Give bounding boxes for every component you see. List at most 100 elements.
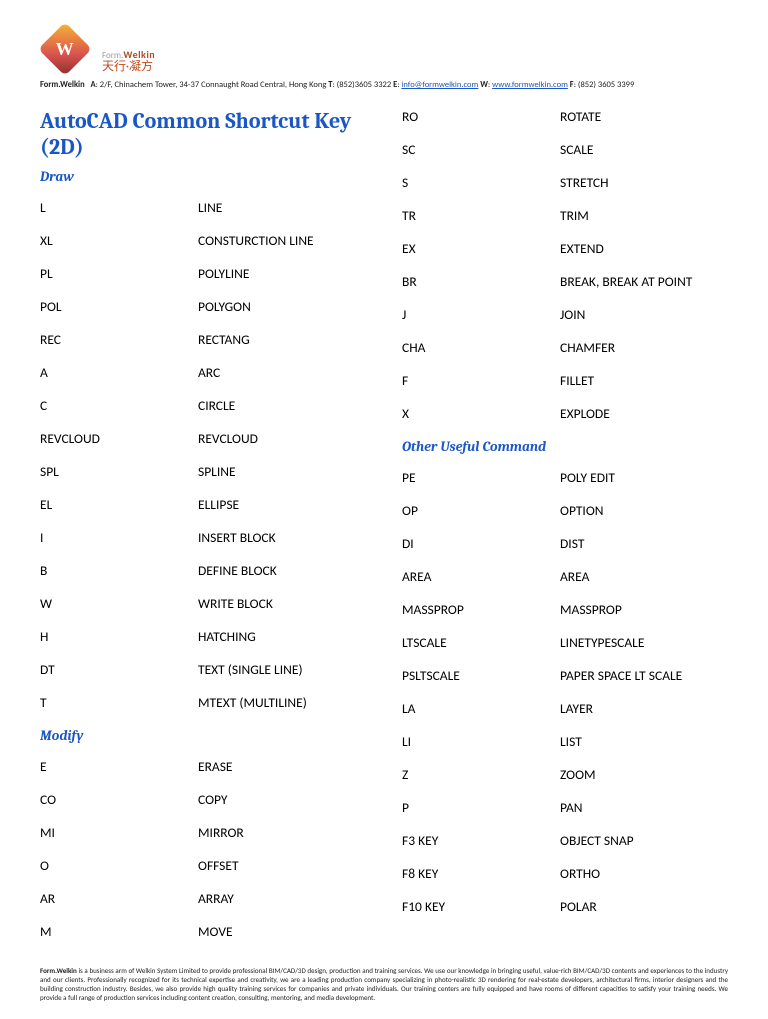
modify-row: MI MIRROR	[40, 816, 366, 849]
modify-key: BR	[402, 273, 552, 290]
other-value: PAN	[560, 799, 728, 816]
modify-row: CHACHAMFER	[402, 331, 728, 364]
draw-row: XL CONSTURCTION LINE	[40, 224, 366, 257]
draw-key: PL	[40, 265, 190, 282]
modify-key: X	[402, 405, 552, 422]
footer-text: Form.Welkin is a business arm of Welkin …	[40, 966, 728, 1002]
modify-row: OOFFSET	[40, 849, 366, 882]
page: W Form.Welkin 天行·凝方 Form.Welkin A: 2/F, …	[0, 0, 768, 1019]
draw-row: WWRITE BLOCK	[40, 587, 366, 620]
other-key: LTSCALE	[402, 634, 552, 651]
modify-value: MIRROR	[198, 824, 366, 841]
draw-row: POLPOLYGON	[40, 290, 366, 323]
other-value: LAYER	[560, 700, 728, 717]
other-value: LINETYPESCALE	[560, 634, 728, 651]
draw-value: POLYLINE	[198, 265, 366, 282]
other-value: ZOOM	[560, 766, 728, 783]
draw-key: REC	[40, 331, 190, 348]
addr-a: : 2/F, Chinachem Tower, 34-37 Connaught …	[96, 80, 329, 90]
other-row: OPOPTION	[402, 494, 728, 527]
draw-key: DT	[40, 661, 190, 678]
other-key: LA	[402, 700, 552, 717]
other-row: LA LAYER	[402, 692, 728, 725]
draw-row: L LINE	[40, 191, 366, 224]
modify-row: SCSCALE	[402, 133, 728, 166]
modify-value: ARRAY	[198, 890, 366, 907]
draw-value: LINE	[198, 199, 366, 216]
modify-row: MMOVE	[40, 915, 366, 948]
modify-key: E	[40, 758, 190, 775]
other-key: P	[402, 799, 552, 816]
draw-row: RECRECTANG	[40, 323, 366, 356]
brand-cn: 天行·凝方	[102, 61, 155, 74]
modify-row: S STRETCH	[402, 166, 728, 199]
modify-value: ROTATE	[560, 108, 728, 125]
content-columns: AutoCAD Common Shortcut Key (2D) Draw LL…	[40, 100, 728, 948]
draw-key: XL	[40, 232, 190, 249]
draw-value: ARC	[198, 364, 366, 381]
other-key: Z	[402, 766, 552, 783]
logo-block: W Form.Welkin 天行·凝方	[40, 24, 728, 74]
other-list: PEPOLY EDITOPOPTIONDIDISTAREAAREAMASSPRO…	[402, 461, 728, 923]
modify-key: S	[402, 174, 552, 191]
modify-key: J	[402, 306, 552, 323]
draw-row: SPL SPLINE	[40, 455, 366, 488]
draw-key: L	[40, 199, 190, 216]
draw-key: POL	[40, 298, 190, 315]
draw-value: INSERT BLOCK	[198, 529, 366, 546]
modify-value: OFFSET	[198, 857, 366, 874]
other-value: PAPER SPACE LT SCALE	[560, 667, 728, 684]
modify-value: CHAMFER	[560, 339, 728, 356]
other-key: LI	[402, 733, 552, 750]
address-line: Form.Welkin A: 2/F, Chinachem Tower, 34-…	[40, 80, 728, 90]
modify-row: ARARRAY	[40, 882, 366, 915]
modify-value: STRETCH	[560, 174, 728, 191]
draw-row: BDEFINE BLOCK	[40, 554, 366, 587]
other-value: DIST	[560, 535, 728, 552]
addr-w-label: W	[480, 80, 488, 90]
other-key: DI	[402, 535, 552, 552]
modify-key: RO	[402, 108, 552, 125]
modify-row: EERASE	[40, 750, 366, 783]
other-value: LIST	[560, 733, 728, 750]
other-value: MASSPROP	[560, 601, 728, 618]
other-key: PSLTSCALE	[402, 667, 552, 684]
draw-key: H	[40, 628, 190, 645]
addr-company: Form.Welkin	[40, 80, 85, 90]
modify-key: MI	[40, 824, 190, 841]
addr-email-link[interactable]: info@formwelkin.com	[401, 80, 478, 90]
draw-value: CONSTURCTION LINE	[198, 232, 366, 249]
draw-key: C	[40, 397, 190, 414]
brand-logo-mark: W	[56, 39, 74, 60]
other-key: F10 KEY	[402, 898, 552, 915]
draw-value: ELLIPSE	[198, 496, 366, 513]
modify-row: RO ROTATE	[402, 100, 728, 133]
modify-value: BREAK, BREAK AT POINT	[560, 273, 728, 290]
modify-value: EXTEND	[560, 240, 728, 257]
addr-web-link[interactable]: www.formwelkin.com	[492, 80, 568, 90]
draw-list: L LINE XL CONSTURCTION LINE PL POLYLINE POLPOL…	[40, 191, 366, 719]
other-row: LI LIST	[402, 725, 728, 758]
draw-key: SPL	[40, 463, 190, 480]
draw-value: SPLINE	[198, 463, 366, 480]
footer-body: is a business arm of Welkin System Limit…	[40, 966, 728, 1002]
section-modify: Modify	[40, 727, 366, 744]
other-row: P PAN	[402, 791, 728, 824]
draw-key: W	[40, 595, 190, 612]
draw-row: AARC	[40, 356, 366, 389]
other-value: OPTION	[560, 502, 728, 519]
modify-row: FFILLET	[402, 364, 728, 397]
addr-f: : (852) 3605 3399	[574, 80, 635, 90]
draw-key: REVCLOUD	[40, 430, 190, 447]
section-draw: Draw	[40, 168, 366, 185]
brand-welkin: Welkin	[123, 48, 155, 61]
other-row: F10 KEYPOLAR	[402, 890, 728, 923]
other-key: PE	[402, 469, 552, 486]
draw-row: IINSERT BLOCK	[40, 521, 366, 554]
other-row: AREAAREA	[402, 560, 728, 593]
other-row: F3 KEYOBJECT SNAP	[402, 824, 728, 857]
draw-key: B	[40, 562, 190, 579]
modify-value: MOVE	[198, 923, 366, 940]
draw-value: MTEXT (MULTILINE)	[198, 694, 366, 711]
draw-row: CCIRCLE	[40, 389, 366, 422]
